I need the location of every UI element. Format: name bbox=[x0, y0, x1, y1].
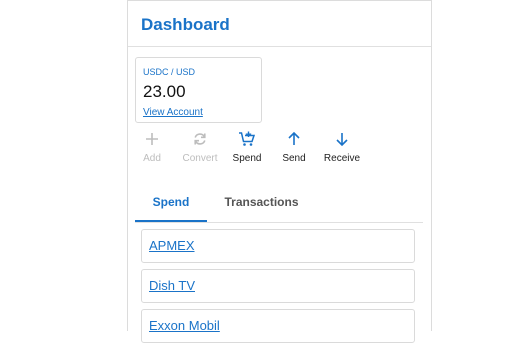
tab-transactions[interactable]: Transactions bbox=[215, 186, 308, 222]
balance-amount: 23.00 bbox=[143, 82, 186, 101]
refresh-icon bbox=[194, 133, 206, 145]
arrow-up-icon bbox=[288, 131, 300, 145]
view-account-link[interactable]: View Account bbox=[143, 107, 203, 118]
cart-plus-icon bbox=[239, 131, 256, 146]
tab-bar: Spend Transactions bbox=[135, 186, 423, 223]
plus-icon bbox=[146, 133, 158, 145]
spend-button[interactable]: Spend bbox=[223, 131, 271, 164]
add-button[interactable]: Add bbox=[128, 131, 176, 164]
convert-button[interactable]: Convert bbox=[176, 131, 224, 164]
tab-spend[interactable]: Spend bbox=[135, 186, 207, 222]
add-label: Add bbox=[143, 153, 161, 164]
spend-label: Spend bbox=[232, 153, 262, 164]
dashboard-panel: Dashboard USDC / USD 23.00 View Account … bbox=[127, 0, 432, 343]
convert-label: Convert bbox=[182, 153, 218, 164]
header: Dashboard bbox=[128, 1, 431, 47]
action-bar: Add Convert Spend Send Receive bbox=[128, 131, 431, 171]
arrow-down-icon bbox=[336, 133, 348, 147]
send-label: Send bbox=[282, 153, 306, 164]
page-title: Dashboard bbox=[141, 15, 230, 34]
merchant-item[interactable]: Exxon Mobil bbox=[141, 309, 415, 343]
send-button[interactable]: Send bbox=[270, 131, 318, 164]
currency-pair: USDC / USD bbox=[143, 67, 196, 77]
receive-label: Receive bbox=[323, 153, 361, 164]
merchant-item[interactable]: APMEX bbox=[141, 229, 415, 263]
receive-button[interactable]: Receive bbox=[318, 131, 366, 164]
merchant-item[interactable]: Dish TV bbox=[141, 269, 415, 303]
balance-card: USDC / USD 23.00 View Account bbox=[135, 57, 262, 123]
